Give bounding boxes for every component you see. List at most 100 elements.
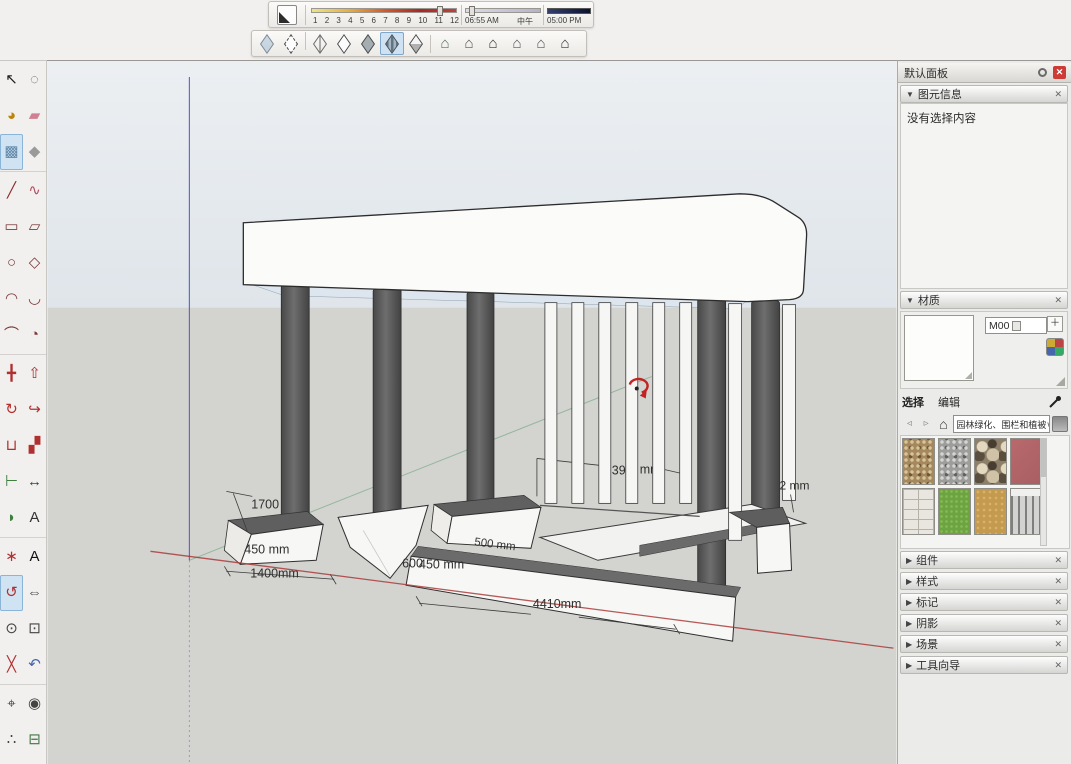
material-swatch-grass[interactable] bbox=[938, 488, 971, 535]
back-edges-button[interactable] bbox=[279, 32, 303, 55]
swatch-scrollbar-thumb[interactable] bbox=[1041, 439, 1046, 477]
monochrome-button[interactable] bbox=[404, 32, 428, 55]
material-preview[interactable] bbox=[904, 315, 974, 381]
tool-scale[interactable]: ▞ bbox=[23, 428, 46, 464]
tool-zoom[interactable]: ⊙ bbox=[0, 611, 23, 647]
hidden-line-button[interactable] bbox=[332, 32, 356, 55]
section-close-icon[interactable]: ✕ bbox=[1054, 296, 1062, 305]
materials-header[interactable]: ▼ 材质 ✕ bbox=[900, 291, 1068, 309]
section-close-icon[interactable]: ✕ bbox=[1054, 619, 1062, 628]
tool-monochrome-cube[interactable]: ◆ bbox=[23, 134, 46, 170]
section-close-icon[interactable]: ✕ bbox=[1054, 577, 1062, 586]
left-view-button[interactable]: ⌂ bbox=[529, 32, 553, 55]
tool-zoom-window[interactable]: ⊡ bbox=[23, 611, 46, 647]
tool-walk[interactable]: ∴ bbox=[0, 722, 23, 758]
tool-rectangle[interactable]: ▭ bbox=[0, 209, 23, 245]
forward-arrow-icon[interactable]: ▹ bbox=[919, 416, 934, 432]
tool-previous[interactable]: ↶ bbox=[23, 647, 46, 683]
tool-freehand[interactable]: ∿ bbox=[23, 173, 46, 209]
tool-three-point-arc[interactable]: ⌒ bbox=[0, 317, 23, 353]
column-5[interactable] bbox=[752, 301, 780, 533]
tool-dimension[interactable]: ↔ bbox=[23, 464, 46, 500]
tool-orbit[interactable]: ↺ bbox=[0, 575, 23, 611]
tool-3d-text[interactable]: A bbox=[23, 539, 46, 575]
tool-move[interactable]: ╋ bbox=[0, 356, 23, 392]
wireframe-button[interactable] bbox=[308, 32, 332, 55]
material-swatch-gravel-gray[interactable] bbox=[938, 438, 971, 485]
material-swatch-gravel-brown[interactable] bbox=[902, 438, 935, 485]
tool-text[interactable]: A bbox=[23, 500, 46, 536]
material-swatch-cobblestone[interactable] bbox=[974, 438, 1007, 485]
material-name-field[interactable]: M00 bbox=[985, 317, 1047, 334]
material-swatch-rose[interactable] bbox=[1010, 438, 1043, 485]
tool-pie[interactable]: ◔ bbox=[23, 317, 46, 353]
back-arrow-icon[interactable]: ◃ bbox=[902, 416, 917, 432]
dim-label-390-part1[interactable]: 39 bbox=[612, 463, 626, 477]
column-2[interactable] bbox=[373, 289, 401, 539]
tool-tape-measure[interactable]: ⊢ bbox=[0, 464, 23, 500]
paint-roller-icon[interactable] bbox=[1052, 416, 1068, 432]
material-swatch-fence[interactable] bbox=[1010, 488, 1043, 535]
material-swatch-pavers[interactable] bbox=[902, 488, 935, 535]
section-close-icon[interactable]: ✕ bbox=[1054, 556, 1062, 565]
tool-rotated-rectangle[interactable]: ▱ bbox=[23, 209, 46, 245]
tab-select[interactable]: 选择 bbox=[902, 394, 924, 410]
tool-look-around[interactable]: ◉ bbox=[23, 686, 46, 722]
tool-arc[interactable]: ◠ bbox=[0, 281, 23, 317]
section-close-icon[interactable]: ✕ bbox=[1054, 661, 1062, 670]
tool-protractor[interactable]: ◗ bbox=[0, 500, 23, 536]
tool-textured-cube[interactable]: ▩ bbox=[0, 134, 23, 170]
section-close-icon[interactable]: ✕ bbox=[1054, 90, 1062, 99]
shadow-time-slider-handle[interactable] bbox=[469, 6, 475, 16]
tool-section-plane[interactable]: ⊟ bbox=[23, 722, 46, 758]
tray-section-工具向导[interactable]: ▶工具向导✕ bbox=[900, 656, 1068, 674]
tool-two-point-arc[interactable]: ◡ bbox=[23, 281, 46, 317]
tray-section-样式[interactable]: ▶样式✕ bbox=[900, 572, 1068, 590]
front-view-button[interactable]: ⌂ bbox=[481, 32, 505, 55]
tool-zoom-extents[interactable]: ╳ bbox=[0, 647, 23, 683]
iso-view-button[interactable]: ⌂ bbox=[433, 32, 457, 55]
material-category-dropdown[interactable]: 园林绿化、围栏和植被 ∨ bbox=[953, 415, 1050, 433]
sample-paint-dropper-icon[interactable] bbox=[1048, 395, 1062, 409]
tool-lasso-select[interactable]: ◌ bbox=[23, 62, 46, 98]
tab-edit[interactable]: 编辑 bbox=[938, 394, 960, 410]
tray-section-组件[interactable]: ▶组件✕ bbox=[900, 551, 1068, 569]
shaded-button[interactable] bbox=[356, 32, 380, 55]
right-view-button[interactable]: ⌂ bbox=[505, 32, 529, 55]
entity-info-header[interactable]: ▼ 图元信息 ✕ bbox=[900, 85, 1068, 103]
top-view-button[interactable]: ⌂ bbox=[457, 32, 481, 55]
shadow-date-slider[interactable] bbox=[311, 8, 457, 13]
column-1[interactable] bbox=[281, 285, 309, 529]
tool-offset[interactable]: ⊔ bbox=[0, 428, 23, 464]
shadow-evening-slider[interactable] bbox=[547, 8, 591, 14]
xray-button[interactable] bbox=[255, 32, 279, 55]
tool-eraser[interactable]: ▰ bbox=[23, 98, 46, 134]
tool-push-pull[interactable]: ⇧ bbox=[23, 356, 46, 392]
resize-grip-icon[interactable] bbox=[1056, 377, 1065, 386]
footing-1[interactable] bbox=[224, 511, 323, 564]
section-close-icon[interactable]: ✕ bbox=[1054, 598, 1062, 607]
material-swatch-tan[interactable] bbox=[974, 488, 1007, 535]
tool-line[interactable]: ╱ bbox=[0, 173, 23, 209]
home-icon[interactable]: ⌂ bbox=[936, 416, 952, 432]
pin-icon[interactable] bbox=[1038, 68, 1047, 77]
tool-rotate[interactable]: ↻ bbox=[0, 392, 23, 428]
tray-section-场景[interactable]: ▶场景✕ bbox=[900, 635, 1068, 653]
model-viewport[interactable]: 39 mm bbox=[47, 60, 897, 764]
tray-section-标记[interactable]: ▶标记✕ bbox=[900, 593, 1068, 611]
column-4[interactable] bbox=[698, 299, 726, 591]
section-close-icon[interactable]: ✕ bbox=[1054, 640, 1062, 649]
back-view-button[interactable]: ⌂ bbox=[553, 32, 577, 55]
tool-paint-bucket[interactable]: ◕ bbox=[0, 98, 23, 134]
tool-circle[interactable]: ○ bbox=[0, 245, 23, 281]
close-icon[interactable]: ✕ bbox=[1053, 66, 1066, 79]
shadow-time-slider[interactable] bbox=[465, 8, 541, 13]
shadow-date-slider-handle[interactable] bbox=[437, 6, 443, 16]
tray-title-bar[interactable]: 默认面板 ✕ bbox=[898, 63, 1071, 83]
shaded-with-textures-button[interactable] bbox=[380, 32, 404, 55]
tool-position-camera[interactable]: ⌖ bbox=[0, 686, 23, 722]
column-3[interactable] bbox=[467, 292, 494, 513]
set-default-paint-button[interactable] bbox=[1046, 338, 1064, 356]
tool-axes[interactable]: ∗ bbox=[0, 539, 23, 575]
shadow-toggle-icon[interactable] bbox=[277, 5, 297, 25]
